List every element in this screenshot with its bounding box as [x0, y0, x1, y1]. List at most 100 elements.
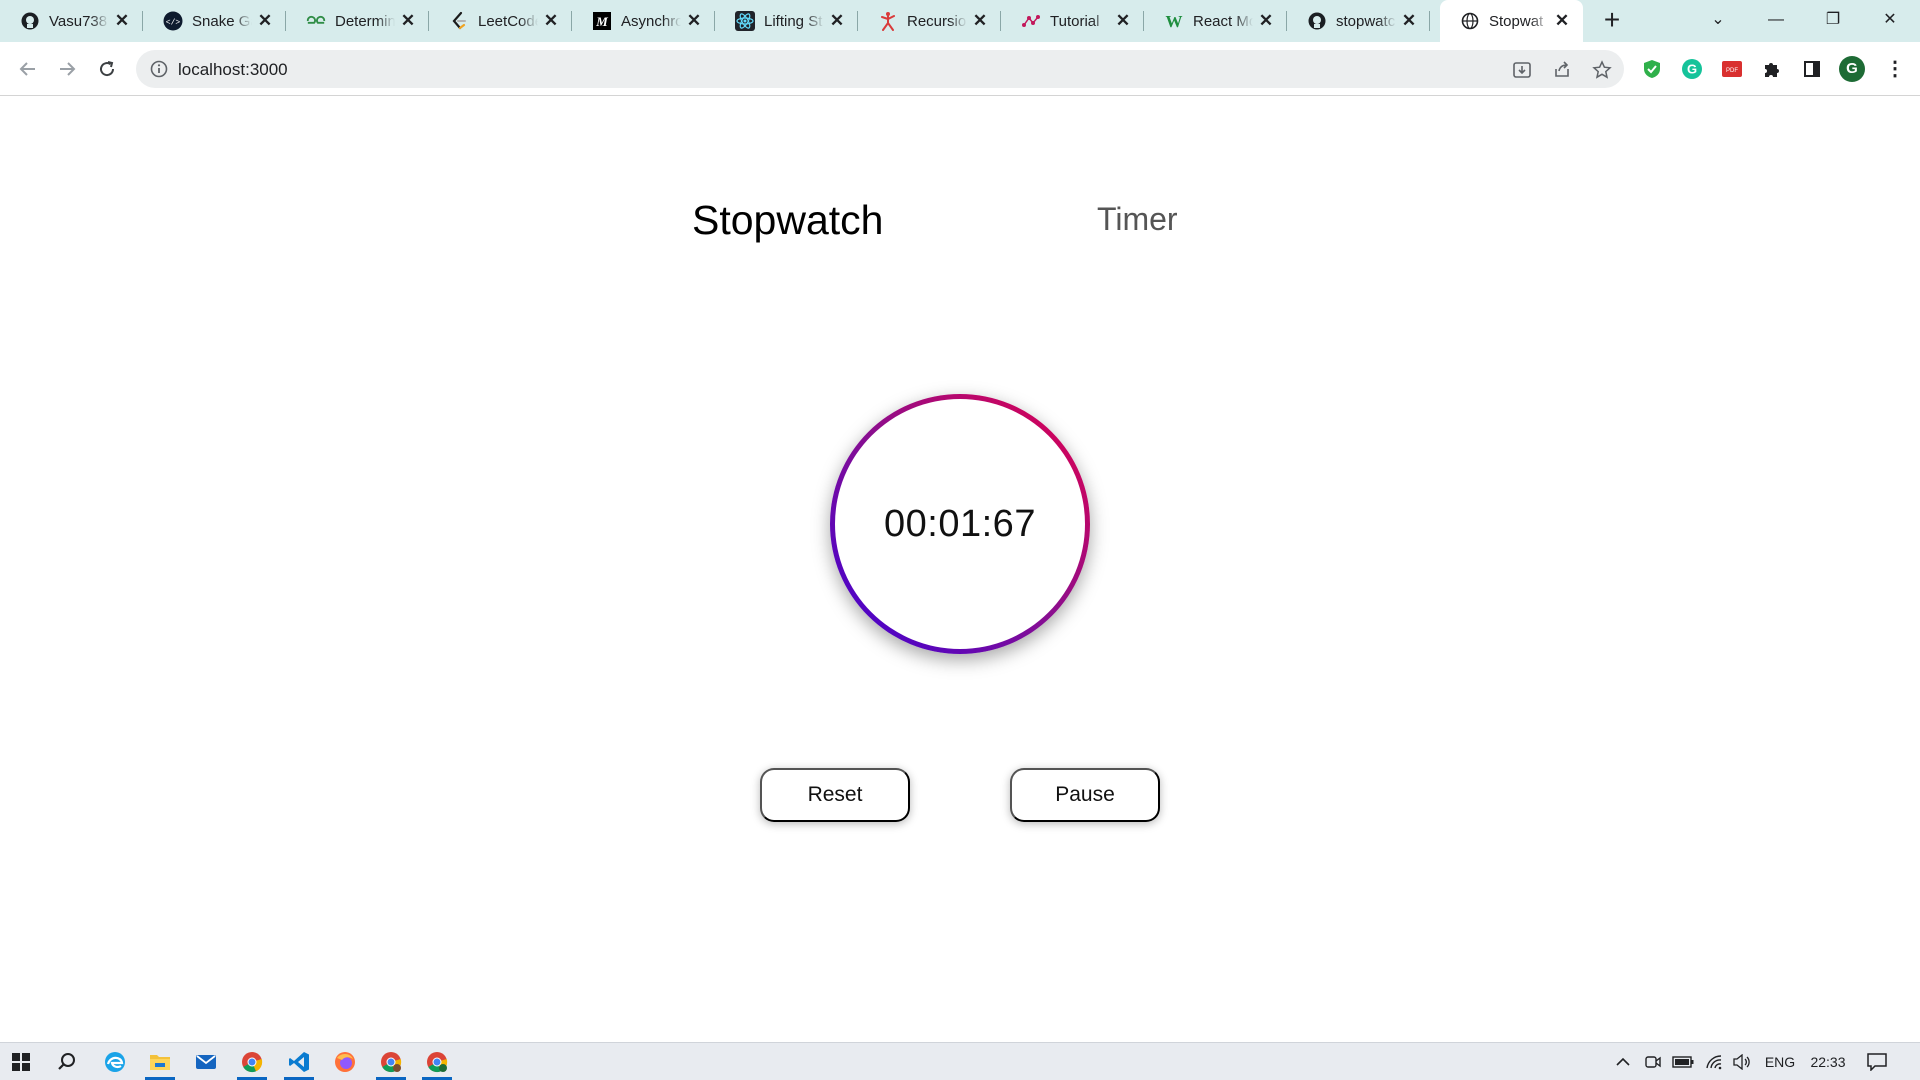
- tab-divider: [1429, 11, 1430, 31]
- browser-tab-strip: Vasu738 ✕ </> Snake Ga ✕ Determin ✕ Leet…: [0, 0, 1920, 42]
- close-icon[interactable]: ✕: [542, 12, 560, 30]
- svg-text:G: G: [1687, 62, 1697, 77]
- svg-text:M: M: [595, 14, 608, 29]
- close-icon[interactable]: ✕: [828, 12, 846, 30]
- tab-search-icon[interactable]: ⌄: [1690, 0, 1746, 42]
- close-icon[interactable]: ✕: [1400, 12, 1418, 30]
- address-bar[interactable]: localhost:3000: [136, 50, 1624, 88]
- bookmark-star-icon[interactable]: [1591, 59, 1613, 81]
- new-tab-button[interactable]: +: [1598, 6, 1626, 35]
- mail-icon[interactable]: [187, 1043, 225, 1080]
- tab-title: Vasu738: [49, 12, 108, 30]
- chevron-up-icon[interactable]: [1612, 1043, 1634, 1080]
- stopwatch-ring: 00:01:67: [830, 394, 1090, 654]
- tab-title: Asynchro: [621, 12, 681, 30]
- reload-button[interactable]: [91, 53, 123, 85]
- grammarly-icon[interactable]: G: [1679, 56, 1705, 82]
- svg-text:PDF: PDF: [1726, 68, 1738, 74]
- forward-button[interactable]: [51, 53, 83, 85]
- minimize-button[interactable]: —: [1748, 0, 1804, 42]
- tab-title: Snake Ga: [192, 12, 252, 30]
- code-icon: </>: [163, 11, 183, 31]
- chrome-icon[interactable]: [233, 1043, 271, 1080]
- language-indicator[interactable]: ENG: [1760, 1043, 1800, 1080]
- notification-icon[interactable]: [1862, 1043, 1892, 1080]
- close-icon[interactable]: ✕: [399, 12, 417, 30]
- close-window-button[interactable]: ✕: [1862, 0, 1918, 42]
- tab-title: LeetCode: [478, 12, 538, 30]
- back-button[interactable]: [12, 53, 44, 85]
- windows-taskbar: ENG 22:33: [0, 1042, 1920, 1080]
- browser-tab[interactable]: Tutorial ✕: [1001, 0, 1144, 42]
- w-icon: W: [1164, 11, 1184, 31]
- close-icon[interactable]: ✕: [1114, 12, 1132, 30]
- browser-tab[interactable]: W React Mo ✕: [1144, 0, 1287, 42]
- close-icon[interactable]: ✕: [1257, 12, 1275, 30]
- tab-title: Determin: [335, 12, 395, 30]
- browser-tab[interactable]: Determin ✕: [286, 0, 429, 42]
- svg-text:</>: </>: [166, 19, 181, 28]
- close-icon[interactable]: ✕: [685, 12, 703, 30]
- wifi-icon[interactable]: [1702, 1043, 1726, 1080]
- vscode-icon[interactable]: [280, 1043, 318, 1080]
- share-icon[interactable]: [1551, 59, 1573, 81]
- browser-tab[interactable]: M Asynchro ✕: [572, 0, 715, 42]
- tab-title: Recursio: [907, 12, 967, 30]
- chrome-profile-icon[interactable]: [372, 1043, 410, 1080]
- browser-toolbar: localhost:3000 G PDF G ⋮: [0, 42, 1920, 96]
- pdf-extension-icon[interactable]: PDF: [1719, 56, 1745, 82]
- tab-title: Lifting St: [764, 12, 823, 30]
- tab-timer[interactable]: Timer: [1097, 201, 1178, 238]
- search-icon[interactable]: [48, 1043, 86, 1080]
- windows-start-icon[interactable]: [2, 1043, 40, 1080]
- close-icon[interactable]: ✕: [1553, 12, 1571, 30]
- geeksforgeeks-icon: [306, 11, 326, 31]
- stopwatch-app: Stopwatch Timer 00:01:67 Reset Pause: [0, 97, 1920, 1042]
- url-text: localhost:3000: [178, 60, 288, 79]
- react-icon: [735, 11, 755, 31]
- tab-title: Stopwat: [1489, 12, 1544, 30]
- browser-tab[interactable]: stopwatc ✕: [1287, 0, 1430, 42]
- browser-tab[interactable]: Recursio ✕: [858, 0, 1001, 42]
- restore-button[interactable]: ❐: [1805, 0, 1861, 42]
- globe-icon: [1460, 11, 1480, 31]
- tab-title: React Mo: [1193, 12, 1253, 30]
- extensions-puzzle-icon[interactable]: [1759, 56, 1785, 82]
- close-icon[interactable]: ✕: [971, 12, 989, 30]
- reset-button[interactable]: Reset: [760, 768, 910, 822]
- tab-title: Tutorial: [1050, 12, 1100, 30]
- medium-icon: M: [592, 11, 612, 31]
- file-explorer-icon[interactable]: [141, 1043, 179, 1080]
- edge-icon[interactable]: [96, 1043, 134, 1080]
- volume-icon[interactable]: [1730, 1043, 1754, 1080]
- meet-now-icon[interactable]: [1642, 1043, 1664, 1080]
- browser-tab[interactable]: LeetCode ✕: [429, 0, 572, 42]
- profile-avatar[interactable]: G: [1839, 56, 1865, 82]
- tab-stopwatch[interactable]: Stopwatch: [692, 197, 883, 244]
- github-icon: [20, 11, 40, 31]
- site-info-icon[interactable]: [150, 60, 168, 83]
- elapsed-time-display: 00:01:67: [884, 502, 1036, 545]
- pause-button[interactable]: Pause: [1010, 768, 1160, 822]
- browser-tab[interactable]: Vasu738 ✕: [0, 0, 143, 42]
- system-clock[interactable]: 22:33: [1806, 1043, 1850, 1080]
- browser-tab-active[interactable]: Stopwat ✕: [1440, 0, 1583, 42]
- stopwatch-face: 00:01:67: [835, 399, 1085, 649]
- browser-tab[interactable]: </> Snake Ga ✕: [143, 0, 286, 42]
- battery-icon[interactable]: [1670, 1043, 1696, 1080]
- dots-icon: [1021, 11, 1041, 31]
- close-icon[interactable]: ✕: [256, 12, 274, 30]
- browser-tab[interactable]: Lifting St ✕: [715, 0, 858, 42]
- chrome-profile-icon[interactable]: [418, 1043, 456, 1080]
- side-panel-icon[interactable]: [1799, 56, 1825, 82]
- chrome-menu-icon[interactable]: ⋮: [1885, 56, 1905, 82]
- tab-title: stopwatc: [1336, 12, 1396, 30]
- install-icon[interactable]: [1511, 59, 1533, 81]
- leetcode-icon: [449, 11, 469, 31]
- github-icon: [1307, 11, 1327, 31]
- shield-extension-icon[interactable]: [1639, 56, 1665, 82]
- svg-text:W: W: [1166, 12, 1183, 30]
- person-icon: [878, 11, 898, 31]
- close-icon[interactable]: ✕: [113, 12, 131, 30]
- firefox-icon[interactable]: [326, 1043, 364, 1080]
